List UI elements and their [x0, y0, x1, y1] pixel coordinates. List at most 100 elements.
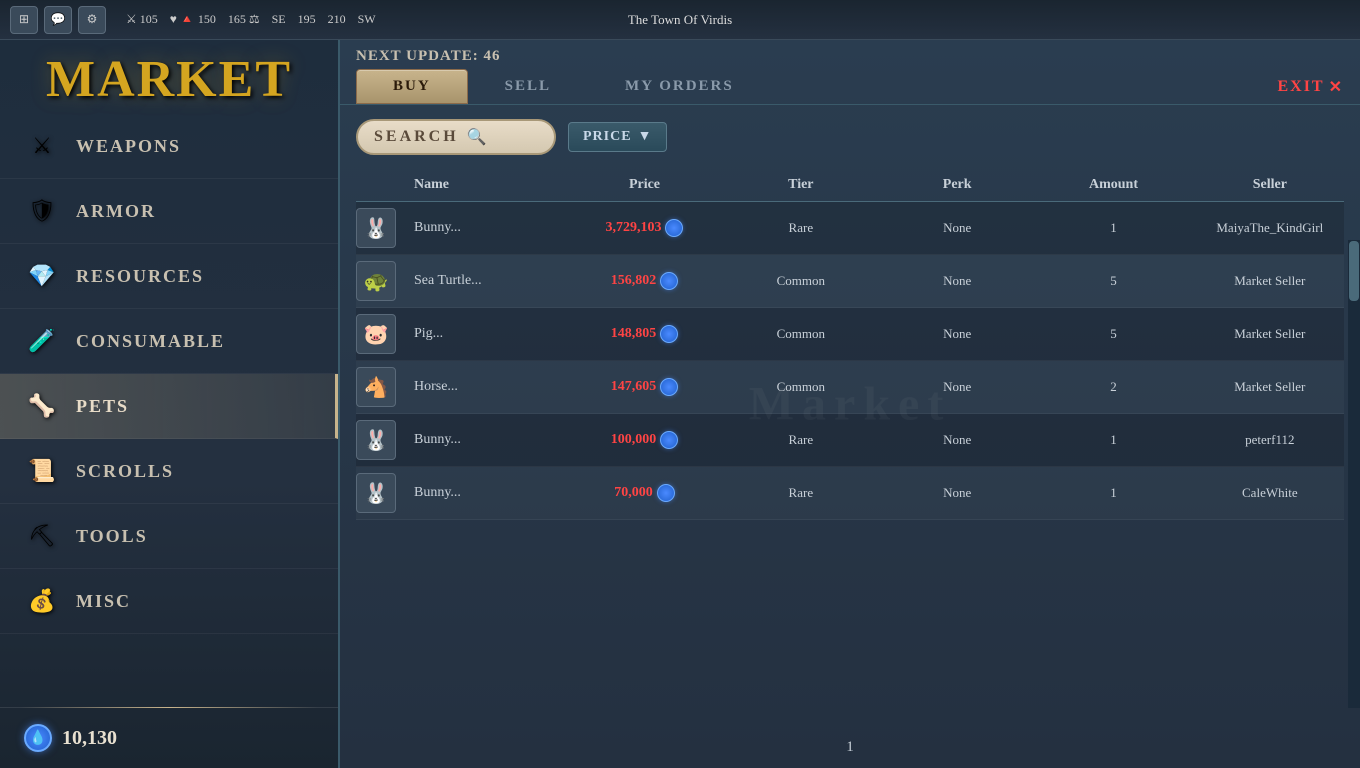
row-item-name: Sea Turtle...	[414, 273, 562, 289]
chat-icon-btn[interactable]: 💬	[44, 6, 72, 34]
currency-icon	[660, 431, 678, 449]
row-item-icon: 🐴	[356, 367, 396, 407]
consumable-label: CONSUMABLE	[76, 331, 225, 352]
balance-coin-icon: 💧	[24, 724, 52, 752]
search-icon: 🔍	[467, 127, 487, 147]
resources-label: RESOURCES	[76, 266, 204, 287]
row-price: 156,802	[570, 272, 718, 290]
row-seller: Market Seller	[1196, 273, 1344, 289]
armor-icon: 🛡	[24, 193, 60, 229]
chevron-down-icon: ▼	[638, 129, 653, 145]
roblox-icon-btn[interactable]: ⊞	[10, 6, 38, 34]
tools-label: TOOLS	[76, 526, 148, 547]
hud-controls: ⊞ 💬 ⚙	[10, 6, 106, 34]
price-value: 70,000	[614, 485, 653, 501]
sidebar-footer: 💧 10,130	[0, 707, 338, 768]
scroll-thumb[interactable]	[1349, 241, 1359, 301]
consumable-icon: 🧪	[24, 323, 60, 359]
sidebar-item-pets[interactable]: 🦴 PETS	[0, 374, 338, 439]
row-tier: Common	[727, 273, 875, 289]
row-item-icon: 🐢	[356, 261, 396, 301]
table-row[interactable]: 🐰 Bunny... 3,729,103 Rare None 1 MaiyaTh…	[356, 202, 1344, 255]
table-row[interactable]: 🐷 Pig... 148,805 Common None 5 Market Se…	[356, 308, 1344, 361]
misc-label: MISC	[76, 591, 131, 612]
row-amount: 1	[1039, 432, 1187, 448]
table-row[interactable]: 🐰 Bunny... 100,000 Rare None 1 peterf112	[356, 414, 1344, 467]
market-header: NEXT UPDATE: 46	[340, 40, 1360, 65]
price-value: 147,605	[611, 379, 657, 395]
sidebar-item-weapons[interactable]: ⚔ WEAPONS	[0, 114, 338, 179]
sword-icon: ⚔	[126, 12, 137, 27]
row-tier: Rare	[727, 220, 875, 236]
search-label: SEARCH	[374, 128, 459, 146]
hud-stats: ⚔ 105 ♥ 🔺 150 165 ⚖ SE 195 210 SW	[126, 12, 376, 27]
sidebar-item-misc[interactable]: 💰 MISC	[0, 569, 338, 634]
balance-amount: 10,130	[62, 727, 117, 750]
table-row[interactable]: 🐰 Bunny... 70,000 Rare None 1 CaleWhite	[356, 467, 1344, 520]
sidebar-item-consumable[interactable]: 🧪 CONSUMABLE	[0, 309, 338, 374]
col-header-icon	[356, 177, 406, 193]
tab-buy[interactable]: BUY	[356, 69, 468, 104]
row-item-name: Bunny...	[414, 485, 562, 501]
row-tier: Common	[727, 379, 875, 395]
row-seller: CaleWhite	[1196, 485, 1344, 501]
settings-icon-btn[interactable]: ⚙	[78, 6, 106, 34]
col-header-price: Price	[570, 177, 718, 193]
stat-icon: ⚖	[249, 12, 260, 27]
row-tier: Rare	[727, 485, 875, 501]
col-header-amount: Amount	[1039, 177, 1187, 193]
tab-my-orders[interactable]: MY ORDERS	[588, 69, 771, 104]
price-value: 3,729,103	[605, 220, 661, 236]
row-perk: None	[883, 220, 1031, 236]
tab-sell[interactable]: SELL	[468, 69, 588, 104]
exit-button[interactable]: EXIT ✕	[1277, 77, 1344, 97]
market-title: MARKET	[0, 40, 338, 114]
row-seller: MaiyaThe_KindGirl	[1196, 220, 1344, 236]
row-amount: 5	[1039, 326, 1187, 342]
close-icon: ✕	[1329, 77, 1344, 97]
direction-se-label: SE	[272, 12, 286, 27]
row-seller: Market Seller	[1196, 379, 1344, 395]
table-row[interactable]: 🐴 Horse... 147,605 Common None 2 Market …	[356, 361, 1344, 414]
row-item-name: Bunny...	[414, 220, 562, 236]
scrollbar[interactable]	[1348, 240, 1360, 708]
tools-icon: ⛏	[24, 518, 60, 554]
weapons-icon: ⚔	[24, 128, 60, 164]
row-price: 148,805	[570, 325, 718, 343]
row-price: 70,000	[570, 484, 718, 502]
sidebar-item-resources[interactable]: 💎 RESOURCES	[0, 244, 338, 309]
row-amount: 2	[1039, 379, 1187, 395]
price-filter-button[interactable]: PRICE ▼	[568, 122, 667, 152]
row-perk: None	[883, 432, 1031, 448]
row-price: 100,000	[570, 431, 718, 449]
search-area: SEARCH 🔍 PRICE ▼	[340, 105, 1360, 169]
row-seller: peterf112	[1196, 432, 1344, 448]
search-box[interactable]: SEARCH 🔍	[356, 119, 556, 155]
col-header-perk: Perk	[883, 177, 1031, 193]
sidebar-item-tools[interactable]: ⛏ TOOLS	[0, 504, 338, 569]
scrolls-icon: 📜	[24, 453, 60, 489]
currency-icon	[665, 219, 683, 237]
sidebar-item-armor[interactable]: 🛡 ARMOR	[0, 179, 338, 244]
sidebar-item-scrolls[interactable]: 📜 SCROLLS	[0, 439, 338, 504]
row-price: 147,605	[570, 378, 718, 396]
table-header: Name Price Tier Perk Amount Seller	[356, 169, 1344, 202]
table-row[interactable]: 🐢 Sea Turtle... 156,802 Common None 5 Ma…	[356, 255, 1344, 308]
currency-icon	[660, 378, 678, 396]
row-item-name: Pig...	[414, 326, 562, 342]
hud-stat-195: 195	[298, 12, 316, 27]
row-tier: Common	[727, 326, 875, 342]
row-amount: 1	[1039, 485, 1187, 501]
hud-stat-attack: ⚔ 105	[126, 12, 158, 27]
pets-icon: 🦴	[24, 388, 60, 424]
row-perk: None	[883, 326, 1031, 342]
resources-icon: 💎	[24, 258, 60, 294]
page-number: 1	[846, 739, 854, 755]
next-update-text: NEXT UPDATE: 46	[356, 48, 500, 65]
price-value: 156,802	[611, 273, 657, 289]
price-value: 148,805	[611, 326, 657, 342]
hud-stat-health: ♥ 🔺 150	[170, 12, 216, 27]
pets-label: PETS	[76, 396, 129, 417]
weapons-label: WEAPONS	[76, 136, 181, 157]
main-layout: MARKET ⚔ WEAPONS 🛡 ARMOR 💎 RESOURCES 🧪 C…	[0, 40, 1360, 768]
